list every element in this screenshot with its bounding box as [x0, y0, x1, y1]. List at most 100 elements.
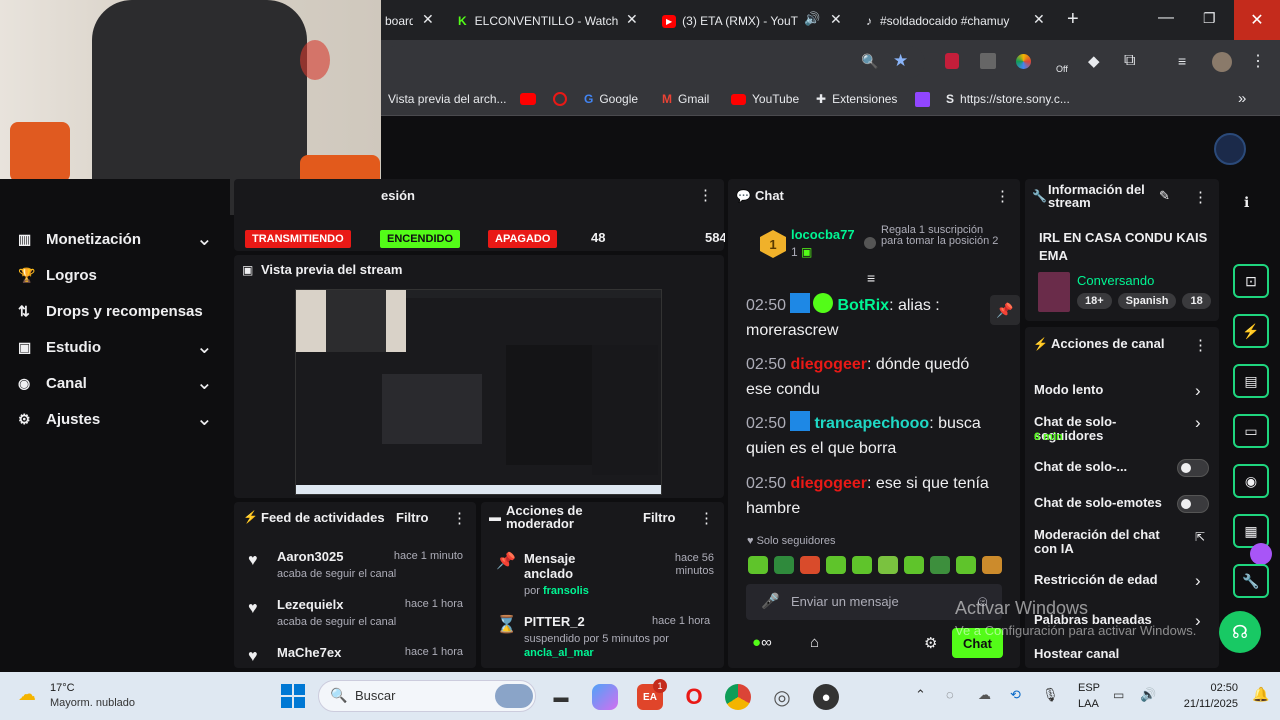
- emote[interactable]: [852, 556, 872, 574]
- address-bar[interactable]: [380, 46, 925, 78]
- close-icon[interactable]: ✕: [422, 11, 434, 28]
- tab-tiktok[interactable]: ♪ #soldadocaido #chamuy: [866, 8, 1022, 34]
- chat-username[interactable]: trancapechooo: [815, 415, 930, 432]
- bookmark-gmail[interactable]: M Gmail: [662, 92, 709, 106]
- puzzle-icon[interactable]: ⧉: [1124, 52, 1135, 70]
- opera-icon[interactable]: [553, 92, 567, 106]
- emote[interactable]: [904, 556, 924, 574]
- sidebar-item[interactable]: ⚙ Ajustes: [18, 411, 100, 428]
- lang-primary[interactable]: ESP: [1078, 682, 1100, 694]
- weather-icon[interactable]: ☁: [18, 684, 36, 705]
- network-icon[interactable]: ▭: [1113, 688, 1124, 702]
- youtube-icon[interactable]: [520, 93, 536, 105]
- app-icon[interactable]: ◎: [769, 684, 795, 710]
- extension-icon[interactable]: [980, 53, 996, 69]
- tab-youtube[interactable]: ▶ (3) ETA (RMX) - YouTu: [662, 8, 798, 34]
- minimize-icon[interactable]: —: [1158, 9, 1174, 27]
- chat-username[interactable]: BotRix: [838, 297, 890, 314]
- sync-icon[interactable]: ⟲: [1010, 687, 1021, 703]
- clock-date[interactable]: 21/11/2025: [1172, 698, 1238, 710]
- more-bookmarks-icon[interactable]: »: [1238, 90, 1246, 107]
- more-options-icon[interactable]: ⋮: [1193, 336, 1208, 354]
- toggle-switch[interactable]: [1177, 495, 1209, 513]
- edit-icon[interactable]: ✎: [1159, 188, 1170, 204]
- emote[interactable]: [878, 556, 898, 574]
- chevron-right-icon[interactable]: ›: [1195, 413, 1201, 433]
- wrench-icon[interactable]: 🔧: [1233, 564, 1269, 598]
- volume-icon[interactable]: 🔊: [1140, 687, 1156, 703]
- tray-icon[interactable]: ◌: [946, 687, 954, 702]
- close-window-button[interactable]: ✕: [1234, 0, 1280, 40]
- feed-user[interactable]: MaChe7ex: [277, 645, 341, 660]
- cloud-icon[interactable]: ☁: [978, 687, 991, 703]
- sidebar-item[interactable]: 🏆 Logros: [18, 267, 97, 284]
- tab-board[interactable]: board: [385, 8, 413, 34]
- document-icon[interactable]: ▤: [1233, 364, 1269, 398]
- lang-secondary[interactable]: LAA: [1078, 698, 1099, 710]
- feed-filter-button[interactable]: Filtro: [396, 510, 429, 525]
- action-label[interactable]: Modo lento: [1034, 383, 1184, 397]
- extension-bubble-icon[interactable]: [1250, 543, 1272, 565]
- emote[interactable]: [956, 556, 976, 574]
- emote[interactable]: [800, 556, 820, 574]
- mic-icon[interactable]: 🎙: [1042, 687, 1059, 703]
- emote[interactable]: [774, 556, 794, 574]
- shield-icon[interactable]: ◆: [1088, 52, 1100, 70]
- external-link-icon[interactable]: ⇱: [1195, 530, 1205, 544]
- opera-icon[interactable]: O: [681, 684, 707, 710]
- chevron-right-icon[interactable]: ›: [1195, 571, 1201, 591]
- chat-icon[interactable]: ▭: [1233, 414, 1269, 448]
- color-picker-icon[interactable]: [1016, 54, 1031, 69]
- feed-user[interactable]: Aaron3025: [277, 549, 343, 564]
- points-icon[interactable]: ●∞: [752, 634, 772, 651]
- action-label[interactable]: Chat de solo-emotes: [1034, 496, 1184, 510]
- stream-preview-video[interactable]: [295, 289, 662, 495]
- emote[interactable]: [826, 556, 846, 574]
- category-name[interactable]: Conversando: [1077, 273, 1154, 288]
- bookmark-preview[interactable]: Vista previa del arch...: [388, 92, 507, 106]
- task-view-icon[interactable]: ▬: [548, 684, 574, 710]
- toggle-switch[interactable]: [1177, 459, 1209, 477]
- clock-time[interactable]: 02:50: [1200, 682, 1238, 694]
- action-label[interactable]: Hostear canal: [1034, 647, 1184, 661]
- ublock-icon[interactable]: [945, 53, 959, 69]
- more-options-icon[interactable]: ⋮: [995, 187, 1010, 205]
- chevron-down-icon[interactable]: ⌄: [196, 406, 213, 431]
- chevron-right-icon[interactable]: ›: [1195, 381, 1201, 401]
- bookmark-google[interactable]: G Google: [584, 92, 638, 106]
- bookmark-extensions[interactable]: ✚ Extensiones: [816, 92, 897, 106]
- more-options-icon[interactable]: ⋮: [1193, 188, 1208, 206]
- broadcast-icon[interactable]: ◉: [1233, 464, 1269, 498]
- twitch-icon[interactable]: [915, 92, 930, 107]
- notifications-icon[interactable]: 🔔: [1252, 686, 1269, 703]
- expand-icon[interactable]: ≡: [867, 270, 875, 286]
- bookmark-youtube[interactable]: YouTube: [731, 92, 799, 106]
- speaker-icon[interactable]: 🔊: [804, 11, 820, 27]
- action-label[interactable]: Moderación del chat con IA: [1034, 528, 1184, 556]
- chrome-icon[interactable]: [725, 684, 751, 710]
- tab-elconventillo[interactable]: K ELCONVENTILLO - Watch: [458, 8, 618, 34]
- emote[interactable]: [982, 556, 1002, 574]
- chat-username[interactable]: diegogeer: [791, 475, 867, 492]
- tag[interactable]: 18: [1182, 293, 1211, 309]
- zoom-icon[interactable]: 🔍: [861, 53, 878, 70]
- category-thumbnail[interactable]: [1038, 272, 1070, 312]
- action-label[interactable]: Chat de solo-...: [1034, 460, 1184, 474]
- close-icon[interactable]: ✕: [830, 11, 842, 28]
- pin-icon[interactable]: 📌: [990, 295, 1020, 325]
- emote-bar[interactable]: [748, 556, 1002, 574]
- emote[interactable]: [748, 556, 768, 574]
- action-label[interactable]: Restricción de edad: [1034, 573, 1184, 587]
- tag[interactable]: 18+: [1077, 293, 1112, 309]
- chevron-down-icon[interactable]: ⌄: [196, 226, 213, 251]
- sidebar-item[interactable]: ▥ Monetización: [18, 231, 141, 248]
- bolt-icon[interactable]: ⚡: [1233, 314, 1269, 348]
- more-options-icon[interactable]: ⋮: [452, 509, 467, 527]
- sidebar-item[interactable]: ⇅ Drops y recompensas: [18, 303, 203, 320]
- user-avatar[interactable]: [1214, 133, 1246, 165]
- leader-name[interactable]: lococba77: [791, 227, 855, 242]
- mic-icon[interactable]: 🎤: [761, 592, 780, 610]
- settings-icon[interactable]: ⚙: [924, 634, 937, 652]
- tray-overflow-icon[interactable]: ⌃: [915, 687, 926, 703]
- star-icon[interactable]: ★: [893, 51, 908, 71]
